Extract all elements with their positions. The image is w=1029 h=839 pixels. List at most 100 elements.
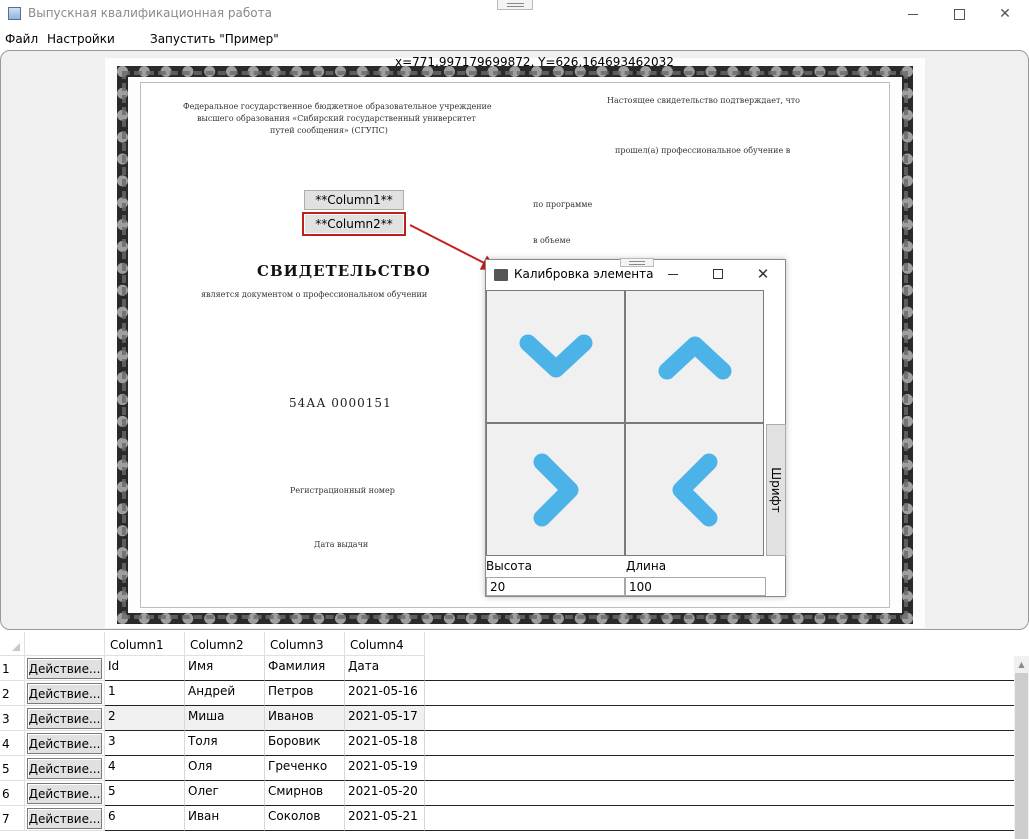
app-icon — [8, 7, 21, 20]
minimize-button[interactable] — [890, 0, 936, 28]
increase-length-button[interactable] — [486, 423, 625, 556]
column-header-2[interactable]: Column2 — [185, 632, 265, 656]
table-cell[interactable]: Фамилия — [265, 656, 345, 681]
table-row[interactable]: 4 Действие... 3 Толя Боровик 2021-05-18 — [0, 731, 1014, 756]
table-cell[interactable]: 2021-05-17 — [345, 706, 425, 731]
row-filler — [425, 656, 1014, 681]
minimize-icon — [908, 13, 918, 15]
close-icon: ✕ — [756, 265, 770, 283]
table-cell[interactable]: Оля — [185, 756, 265, 781]
calibration-minimize-button[interactable] — [651, 262, 695, 286]
height-input[interactable]: 20 — [486, 577, 625, 596]
scroll-up-icon[interactable]: ▲ — [1014, 656, 1029, 672]
table-cell[interactable]: 2021-05-19 — [345, 756, 425, 781]
decrease-length-button[interactable] — [625, 423, 764, 556]
table-row[interactable]: 5 Действие... 4 Оля Греченко 2021-05-19 — [0, 756, 1014, 781]
doc-serial: 54АА 0000151 — [289, 396, 392, 410]
table-cell[interactable]: 3 — [105, 731, 185, 756]
row-header[interactable]: 2 — [0, 681, 25, 706]
doc-issue-date: Дата выдачи — [314, 540, 369, 549]
table-row[interactable]: 7 Действие... 6 Иван Соколов 2021-05-21 — [0, 806, 1014, 831]
font-button[interactable]: Шрифт — [766, 424, 786, 556]
menu-settings[interactable]: Настройки — [47, 32, 115, 46]
calibration-maximize-button[interactable] — [696, 262, 740, 286]
table-row[interactable]: 6 Действие... 5 Олег Смирнов 2021-05-20 — [0, 781, 1014, 806]
action-button[interactable]: Действие... — [27, 683, 102, 704]
menu-run-example[interactable]: Запустить "Пример" — [150, 32, 279, 46]
chevron-down-icon — [519, 334, 592, 377]
column-header-1[interactable]: Column1 — [105, 632, 185, 656]
row-filler — [425, 806, 1014, 831]
table-cell[interactable]: 5 — [105, 781, 185, 806]
column-header-3[interactable]: Column3 — [265, 632, 345, 656]
table-cell[interactable]: Толя — [185, 731, 265, 756]
action-button[interactable]: Действие... — [27, 808, 102, 829]
table-cell[interactable]: Иванов — [265, 706, 345, 731]
table-cell[interactable]: Боровик — [265, 731, 345, 756]
action-button[interactable]: Действие... — [27, 758, 102, 779]
table-cell[interactable]: Id — [105, 656, 185, 681]
menu-file[interactable]: Файл — [5, 32, 38, 46]
table-row[interactable]: 1 Действие... Id Имя Фамилия Дата — [0, 656, 1014, 681]
field-column2[interactable]: **Column2** — [302, 212, 406, 236]
close-button[interactable]: ✕ — [982, 0, 1028, 28]
row-header[interactable]: 4 — [0, 731, 25, 756]
table-cell[interactable]: Миша — [185, 706, 265, 731]
row-header[interactable]: 3 — [0, 706, 25, 731]
table-cell[interactable]: 1 — [105, 681, 185, 706]
increase-height-button[interactable] — [625, 290, 764, 423]
table-cell[interactable]: 2021-05-16 — [345, 681, 425, 706]
table-cell[interactable]: 2 — [105, 706, 185, 731]
field-column1[interactable]: **Column1** — [304, 190, 404, 210]
action-button[interactable]: Действие... — [27, 783, 102, 804]
maximize-icon — [713, 269, 723, 279]
table-cell[interactable]: Олег — [185, 781, 265, 806]
table-row[interactable]: 2 Действие... 1 Андрей Петров 2021-05-16 — [0, 681, 1014, 706]
row-filler — [425, 706, 1014, 731]
table-cell[interactable]: 4 — [105, 756, 185, 781]
row-header[interactable]: 1 — [0, 656, 25, 681]
select-all-corner[interactable] — [0, 632, 25, 656]
row-header[interactable]: 5 — [0, 756, 25, 781]
decrease-height-button[interactable] — [486, 290, 625, 423]
action-cell: Действие... — [25, 656, 105, 681]
table-cell[interactable]: 6 — [105, 806, 185, 831]
table-cell[interactable]: 2021-05-20 — [345, 781, 425, 806]
table-cell[interactable]: Андрей — [185, 681, 265, 706]
table-cell[interactable]: Соколов — [265, 806, 345, 831]
calibration-title: Калибровка элемента — [514, 267, 654, 281]
doc-right-line-2: по программе — [533, 200, 593, 209]
row-filler — [425, 681, 1014, 706]
table-cell[interactable]: Петров — [265, 681, 345, 706]
table-cell[interactable]: Имя — [185, 656, 265, 681]
doc-header-left-2: высшего образования «Сибирский государст… — [197, 114, 476, 123]
table-cell[interactable]: Иван — [185, 806, 265, 831]
action-cell: Действие... — [25, 706, 105, 731]
table-cell[interactable]: 2021-05-18 — [345, 731, 425, 756]
table-cell[interactable]: 2021-05-21 — [345, 806, 425, 831]
doc-reg-number: Регистрационный номер — [290, 486, 395, 495]
column-header-4[interactable]: Column4 — [345, 632, 425, 656]
row-header[interactable]: 6 — [0, 781, 25, 806]
maximize-button[interactable] — [936, 0, 982, 28]
calibration-close-button[interactable]: ✕ — [741, 262, 785, 286]
table-row[interactable]: 3 Действие... 2 Миша Иванов 2021-05-17 — [0, 706, 1014, 731]
minimize-icon — [668, 273, 678, 275]
calibration-drag-handle[interactable] — [620, 258, 654, 267]
action-button[interactable]: Действие... — [27, 658, 102, 679]
column-header-action[interactable] — [25, 632, 105, 656]
doc-header-right: Настоящее свидетельство подтверждает, чт… — [607, 96, 800, 105]
menu-bar: Файл Настройки Запустить "Пример" — [0, 29, 1029, 49]
drag-handle[interactable] — [497, 0, 533, 10]
table-cell[interactable]: Смирнов — [265, 781, 345, 806]
action-cell: Действие... — [25, 681, 105, 706]
title-bar: Выпускная квалификационная работа ✕ — [0, 0, 1029, 28]
table-cell[interactable]: Дата — [345, 656, 425, 681]
vertical-scrollbar[interactable]: ▲ — [1014, 656, 1029, 839]
row-header[interactable]: 7 — [0, 806, 25, 831]
length-input[interactable]: 100 — [625, 577, 766, 596]
table-cell[interactable]: Греченко — [265, 756, 345, 781]
action-button[interactable]: Действие... — [27, 708, 102, 729]
action-button[interactable]: Действие... — [27, 733, 102, 754]
scroll-thumb[interactable] — [1015, 673, 1028, 839]
